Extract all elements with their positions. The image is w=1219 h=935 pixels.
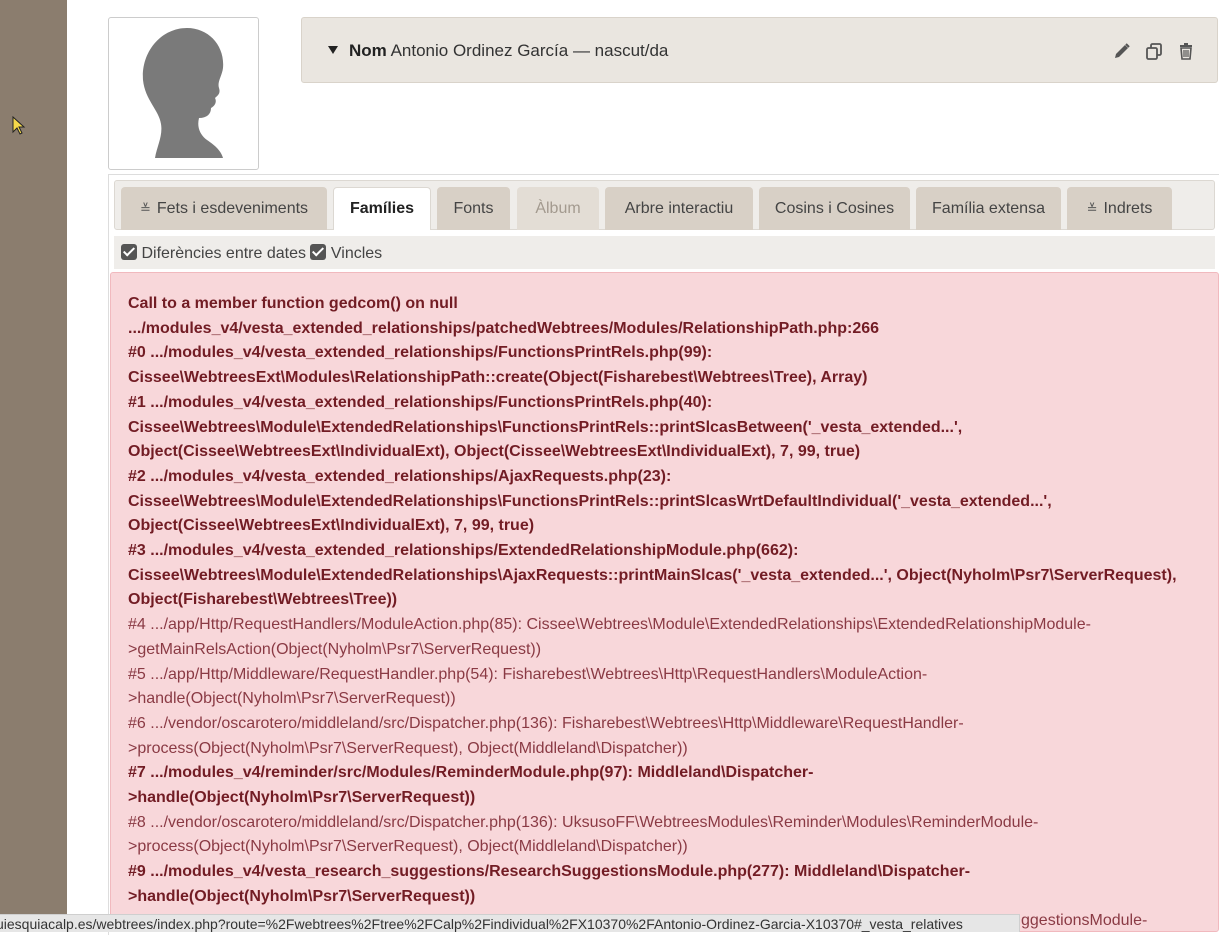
- options-bar: Diferències entre dates Vincles: [114, 236, 1215, 269]
- caret-down-icon[interactable]: [327, 45, 339, 55]
- tab-families[interactable]: Famílies: [333, 187, 431, 230]
- tab-facts-events[interactable]: ≚ Fets i esdeveniments: [121, 187, 327, 230]
- error-line: Object(Cissee\WebtreesExt\IndividualExt)…: [128, 517, 535, 535]
- tab-label: Fets i esdeveniments: [156, 199, 309, 217]
- copy-icon[interactable]: [1145, 42, 1163, 60]
- name-value: Antonio Ordinez García — nascut/da: [390, 41, 669, 60]
- tab-label: Àlbum: [535, 199, 581, 217]
- error-line: #1 .../modules_v4/vesta_extended_relatio…: [128, 393, 713, 411]
- error-line: Object(Cissee\WebtreesExt\IndividualExt)…: [128, 443, 861, 461]
- collapse-arrows-icon: ≚: [139, 200, 151, 216]
- tab-label: Fonts: [453, 199, 494, 217]
- avatar[interactable]: [108, 17, 259, 170]
- error-line: Cissee\Webtrees\Module\ExtendedRelations…: [128, 566, 1177, 584]
- error-line: Object(Fisharebest\Webtrees\Tree)): [128, 591, 398, 609]
- error-line: >getMainRelsAction(Object(Nyholm\Psr7\Se…: [128, 640, 542, 658]
- left-sidebar: [0, 0, 67, 932]
- mouse-cursor-icon: [12, 116, 26, 135]
- error-trace: Call to a member function gedcom() on nu…: [128, 292, 1213, 910]
- tab-cousins[interactable]: Cosins i Cosines: [759, 187, 910, 230]
- error-line: Cissee\Webtrees\Module\ExtendedRelations…: [128, 492, 1052, 510]
- error-alert: Call to a member function gedcom() on nu…: [110, 272, 1219, 932]
- error-line: >handle(Object(Nyholm\Psr7\ServerRequest…: [128, 789, 476, 807]
- tab-extended-family[interactable]: Família extensa: [916, 187, 1061, 230]
- error-line: #0 .../modules_v4/vesta_extended_relatio…: [128, 344, 713, 362]
- silhouette-icon: [142, 28, 224, 158]
- name-fact-box: Nom Antonio Ordinez García — nascut/da: [301, 17, 1218, 83]
- delete-icon[interactable]: [1177, 42, 1195, 60]
- error-line: >handle(Object(Nyholm\Psr7\ServerRequest…: [128, 690, 456, 708]
- error-line: #4 .../app/Http/RequestHandlers/ModuleAc…: [128, 616, 1091, 634]
- error-line: Cissee\Webtrees\Module\ExtendedRelations…: [128, 418, 963, 436]
- error-line: #5 .../app/Http/Middleware/RequestHandle…: [128, 665, 928, 683]
- status-url: uiesquiacalp.es/webtrees/index.php?route…: [0, 916, 963, 932]
- tab-label: Indrets: [1103, 199, 1153, 217]
- error-line: #7 .../modules_v4/reminder/src/Modules/R…: [128, 764, 814, 782]
- person-name: Nom Antonio Ordinez García — nascut/da: [349, 41, 668, 61]
- links-label: Vincles: [330, 245, 383, 262]
- error-line: >process(Object(Nyholm\Psr7\ServerReques…: [128, 838, 688, 856]
- error-line: Call to a member function gedcom() on nu…: [128, 295, 458, 312]
- error-line: #2 .../modules_v4/vesta_extended_relatio…: [128, 467, 672, 485]
- status-bar-url: uiesquiacalp.es/webtrees/index.php?route…: [0, 914, 1020, 932]
- error-line: Cissee\WebtreesExt\Modules\RelationshipP…: [128, 369, 868, 387]
- error-line: >handle(Object(Nyholm\Psr7\ServerRequest…: [128, 887, 476, 905]
- error-tail-fragment: ggestionsModule-: [1021, 912, 1148, 929]
- tab-interactive-tree[interactable]: Arbre interactiu: [605, 187, 753, 230]
- tab-album[interactable]: Àlbum: [517, 187, 599, 230]
- error-line: >process(Object(Nyholm\Psr7\ServerReques…: [128, 739, 688, 757]
- error-line: #6 .../vendor/oscarotero/middleland/src/…: [128, 714, 964, 732]
- tab-places[interactable]: ≚ Indrets: [1067, 187, 1172, 230]
- error-line: #8 .../vendor/oscarotero/middleland/src/…: [128, 813, 1039, 831]
- error-line: #3 .../modules_v4/vesta_extended_relatio…: [128, 542, 799, 560]
- links-checkbox[interactable]: [310, 244, 327, 260]
- tab-label: Família extensa: [932, 199, 1045, 217]
- collapse-arrows-icon: ≚: [1086, 200, 1098, 216]
- error-line: .../modules_v4/vesta_extended_relationsh…: [128, 319, 880, 337]
- tab-label: Cosins i Cosines: [774, 199, 895, 217]
- date-diff-checkbox[interactable]: [121, 244, 137, 260]
- tab-sources[interactable]: Fonts: [437, 187, 510, 230]
- edit-icon[interactable]: [1113, 42, 1131, 60]
- tab-label: Arbre interactiu: [624, 199, 734, 217]
- error-line: #9 .../modules_v4/vesta_research_suggest…: [128, 863, 971, 881]
- name-label: Nom: [349, 41, 387, 60]
- date-diff-label: Diferències entre dates: [141, 245, 306, 262]
- tab-label: Famílies: [349, 200, 415, 217]
